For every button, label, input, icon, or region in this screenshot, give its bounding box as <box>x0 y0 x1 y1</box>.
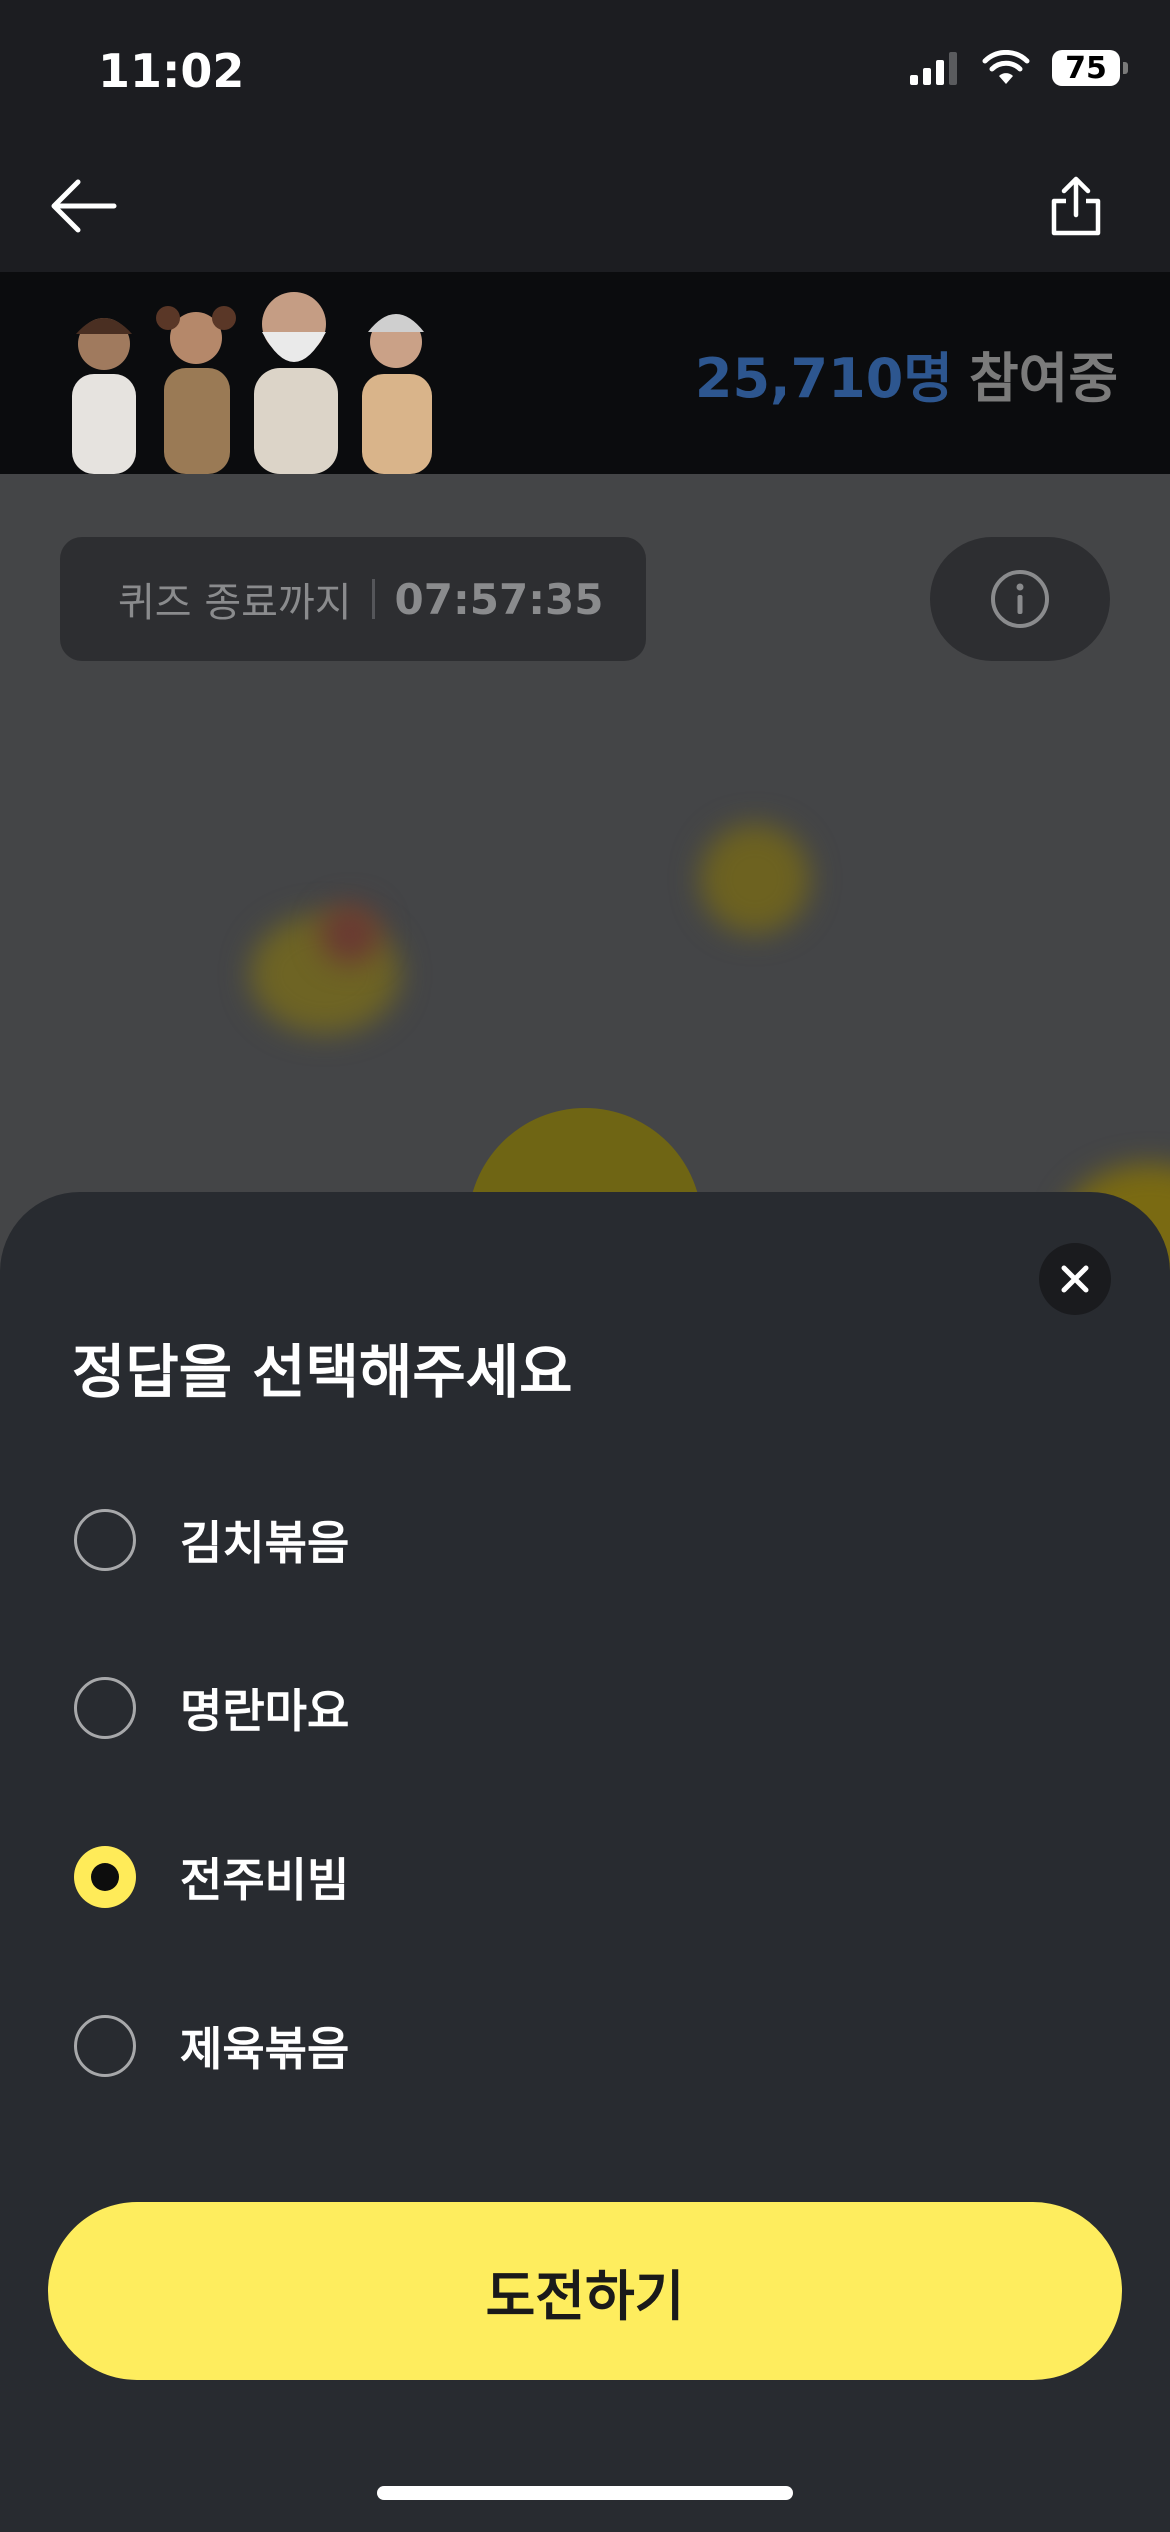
option-label: 제육볶음 <box>180 2022 350 2076</box>
home-indicator <box>377 2486 793 2500</box>
participant-number: 25,710명 <box>694 346 953 410</box>
decorative-blob <box>700 824 810 934</box>
answer-option-selected[interactable]: 전주비빔 <box>74 1843 349 1911</box>
timer-divider <box>371 579 375 619</box>
participants-banner: 25,710명 참여중 <box>0 272 1170 474</box>
decorative-blob <box>320 904 380 964</box>
radio-button[interactable] <box>74 1677 136 1739</box>
battery-indicator: 75 <box>1052 50 1128 86</box>
battery-level: 75 <box>1065 50 1107 86</box>
answer-option[interactable]: 김치볶음 <box>74 1506 349 1574</box>
option-label: 김치볶음 <box>180 1516 350 1570</box>
option-label: 전주비빔 <box>180 1853 350 1907</box>
status-time: 11:02 <box>98 44 245 98</box>
quiz-screen: 11:02 75 25,710명 참여중 퀴즈 종료까지 07:57:35 정답… <box>0 0 1170 2532</box>
radio-button[interactable] <box>74 2015 136 2077</box>
submit-button[interactable]: 도전하기 <box>48 2202 1122 2380</box>
sheet-title: 정답을 선택해주세요 <box>72 1338 573 1406</box>
quiz-timer: 퀴즈 종료까지 07:57:35 <box>60 537 646 661</box>
radio-button[interactable] <box>74 1509 136 1571</box>
answer-option[interactable]: 제육볶음 <box>74 2012 349 2080</box>
info-icon <box>991 570 1049 628</box>
cellular-signal-icon <box>910 52 957 85</box>
timer-label: 퀴즈 종료까지 <box>118 580 352 626</box>
participant-suffix: 참여중 <box>968 346 1118 410</box>
share-icon <box>1051 176 1101 236</box>
share-button[interactable] <box>1040 170 1112 242</box>
top-bar: 11:02 75 <box>0 0 1170 272</box>
back-button[interactable] <box>48 170 120 242</box>
option-label: 명란마요 <box>180 1684 350 1738</box>
wifi-icon <box>982 50 1030 84</box>
timer-value: 07:57:35 <box>394 574 604 624</box>
arrow-left-icon <box>51 179 117 233</box>
info-button[interactable] <box>930 537 1110 661</box>
radio-button-selected[interactable] <box>74 1846 136 1908</box>
participant-count: 25,710명 참여중 <box>695 272 1118 474</box>
answer-option[interactable]: 명란마요 <box>74 1674 349 1742</box>
close-icon <box>1061 1265 1089 1293</box>
radio-dot <box>91 1863 119 1891</box>
status-icons: 75 <box>908 50 1128 86</box>
close-button[interactable] <box>1039 1243 1111 1315</box>
people-illustration <box>72 292 432 474</box>
